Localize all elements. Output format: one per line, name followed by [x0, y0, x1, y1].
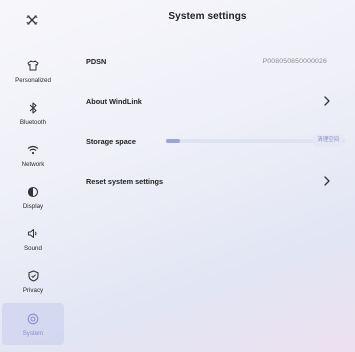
chevron-right-icon [324, 96, 330, 106]
sidebar-item-label: Display [22, 202, 44, 210]
sidebar-item-label: Network [21, 160, 45, 168]
pdsn-label: PDSN [86, 56, 107, 66]
sidebar-item-bluetooth[interactable]: Bluetooth [2, 93, 64, 133]
clean-space-button[interactable]: 清理空间 [313, 134, 343, 147]
wifi-icon [26, 143, 40, 157]
sidebar-item-label: System [22, 329, 44, 337]
sidebar-item-label: Privacy [22, 286, 44, 294]
sidebar-item-personalized[interactable]: Personalized [2, 51, 64, 91]
pdsn-row: PDSN P008050850000026 [86, 51, 345, 71]
about-windlink-label: About WindLink [86, 96, 142, 106]
settings-window: System settings Personalized Bluetooth N… [0, 0, 355, 352]
display-icon [26, 185, 40, 199]
sidebar-item-label: Personalized [15, 76, 51, 84]
sidebar-item-display[interactable]: Display [2, 177, 64, 217]
about-windlink-row[interactable]: About WindLink [86, 91, 345, 111]
storage-progress-fill [166, 139, 181, 143]
pdsn-value: P008050850000026 [262, 57, 327, 65]
system-icon [26, 312, 40, 326]
sidebar-item-sound[interactable]: Sound [2, 219, 64, 259]
sidebar-item-privacy[interactable]: Privacy [2, 261, 64, 301]
reset-system-settings-label: Reset system settings [86, 176, 164, 186]
page-title: System settings [168, 11, 247, 22]
speaker-icon [26, 227, 40, 241]
storage-space-label: Storage space [86, 136, 136, 146]
shield-icon [26, 269, 40, 283]
sidebar: Personalized Bluetooth Network Display S [0, 46, 68, 352]
chevron-right-icon [324, 176, 330, 186]
sidebar-item-label: Bluetooth [19, 118, 47, 126]
reset-system-settings-row[interactable]: Reset system settings [86, 171, 345, 191]
storage-space-row: Storage space 清理空间 [86, 131, 345, 151]
sidebar-item-system[interactable]: System [2, 303, 64, 345]
sidebar-item-network[interactable]: Network [2, 135, 64, 175]
sidebar-item-label: Sound [24, 244, 42, 252]
shirt-icon [26, 59, 40, 73]
bluetooth-icon [26, 101, 40, 115]
